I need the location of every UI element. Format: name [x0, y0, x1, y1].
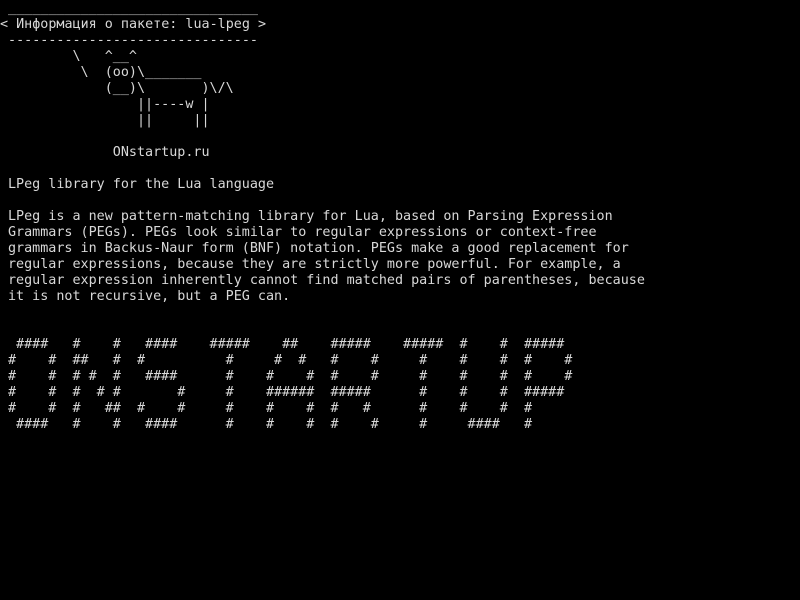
- cowsay-cow-line: (__)\ )\/\: [8, 81, 234, 96]
- cowsay-bubble-top: _______________________________: [0, 1, 258, 16]
- terminal-screen: _______________________________ < Информ…: [0, 0, 800, 600]
- site-label: ONstartup.ru: [8, 145, 210, 160]
- ascii-banner-line: # # # # # #### # # # # # # # # # #: [8, 369, 573, 384]
- package-description-line: grammars in Backus-Naur form (BNF) notat…: [8, 241, 629, 256]
- package-description-line: it is not recursive, but a PEG can.: [8, 289, 291, 304]
- ascii-banner-line: # # # ## # # # # # # # # # # #: [8, 401, 533, 416]
- package-description-line: regular expressions, because they are st…: [8, 257, 621, 272]
- package-summary: LPeg library for the Lua language: [8, 177, 275, 192]
- package-description-line: LPeg is a new pattern-matching library f…: [8, 209, 613, 224]
- ascii-banner-line: # # ## # # # # # # # # # # # #: [8, 353, 573, 368]
- cowsay-cow-line: \ (oo)\_______: [8, 65, 202, 80]
- cowsay-bubble-bottom: -------------------------------: [0, 33, 258, 48]
- ascii-banner-line: #### # # #### # # # # # # #### #: [8, 417, 533, 432]
- cowsay-cow-line: || ||: [8, 113, 210, 128]
- cowsay-cow-line: \ ^__^: [8, 49, 137, 64]
- package-description-line: Grammars (PEGs). PEGs look similar to re…: [8, 225, 597, 240]
- package-description-line: regular expression inherently cannot fin…: [8, 273, 645, 288]
- ascii-banner-line: # # # # # # # ###### ##### # # # #####: [8, 385, 565, 400]
- cowsay-bubble-text: < Информация о пакете: lua-lpeg >: [0, 17, 267, 32]
- cowsay-cow-line: ||----w |: [8, 97, 210, 112]
- ascii-banner-line: #### # # #### ##### ## ##### ##### # # #…: [8, 337, 565, 352]
